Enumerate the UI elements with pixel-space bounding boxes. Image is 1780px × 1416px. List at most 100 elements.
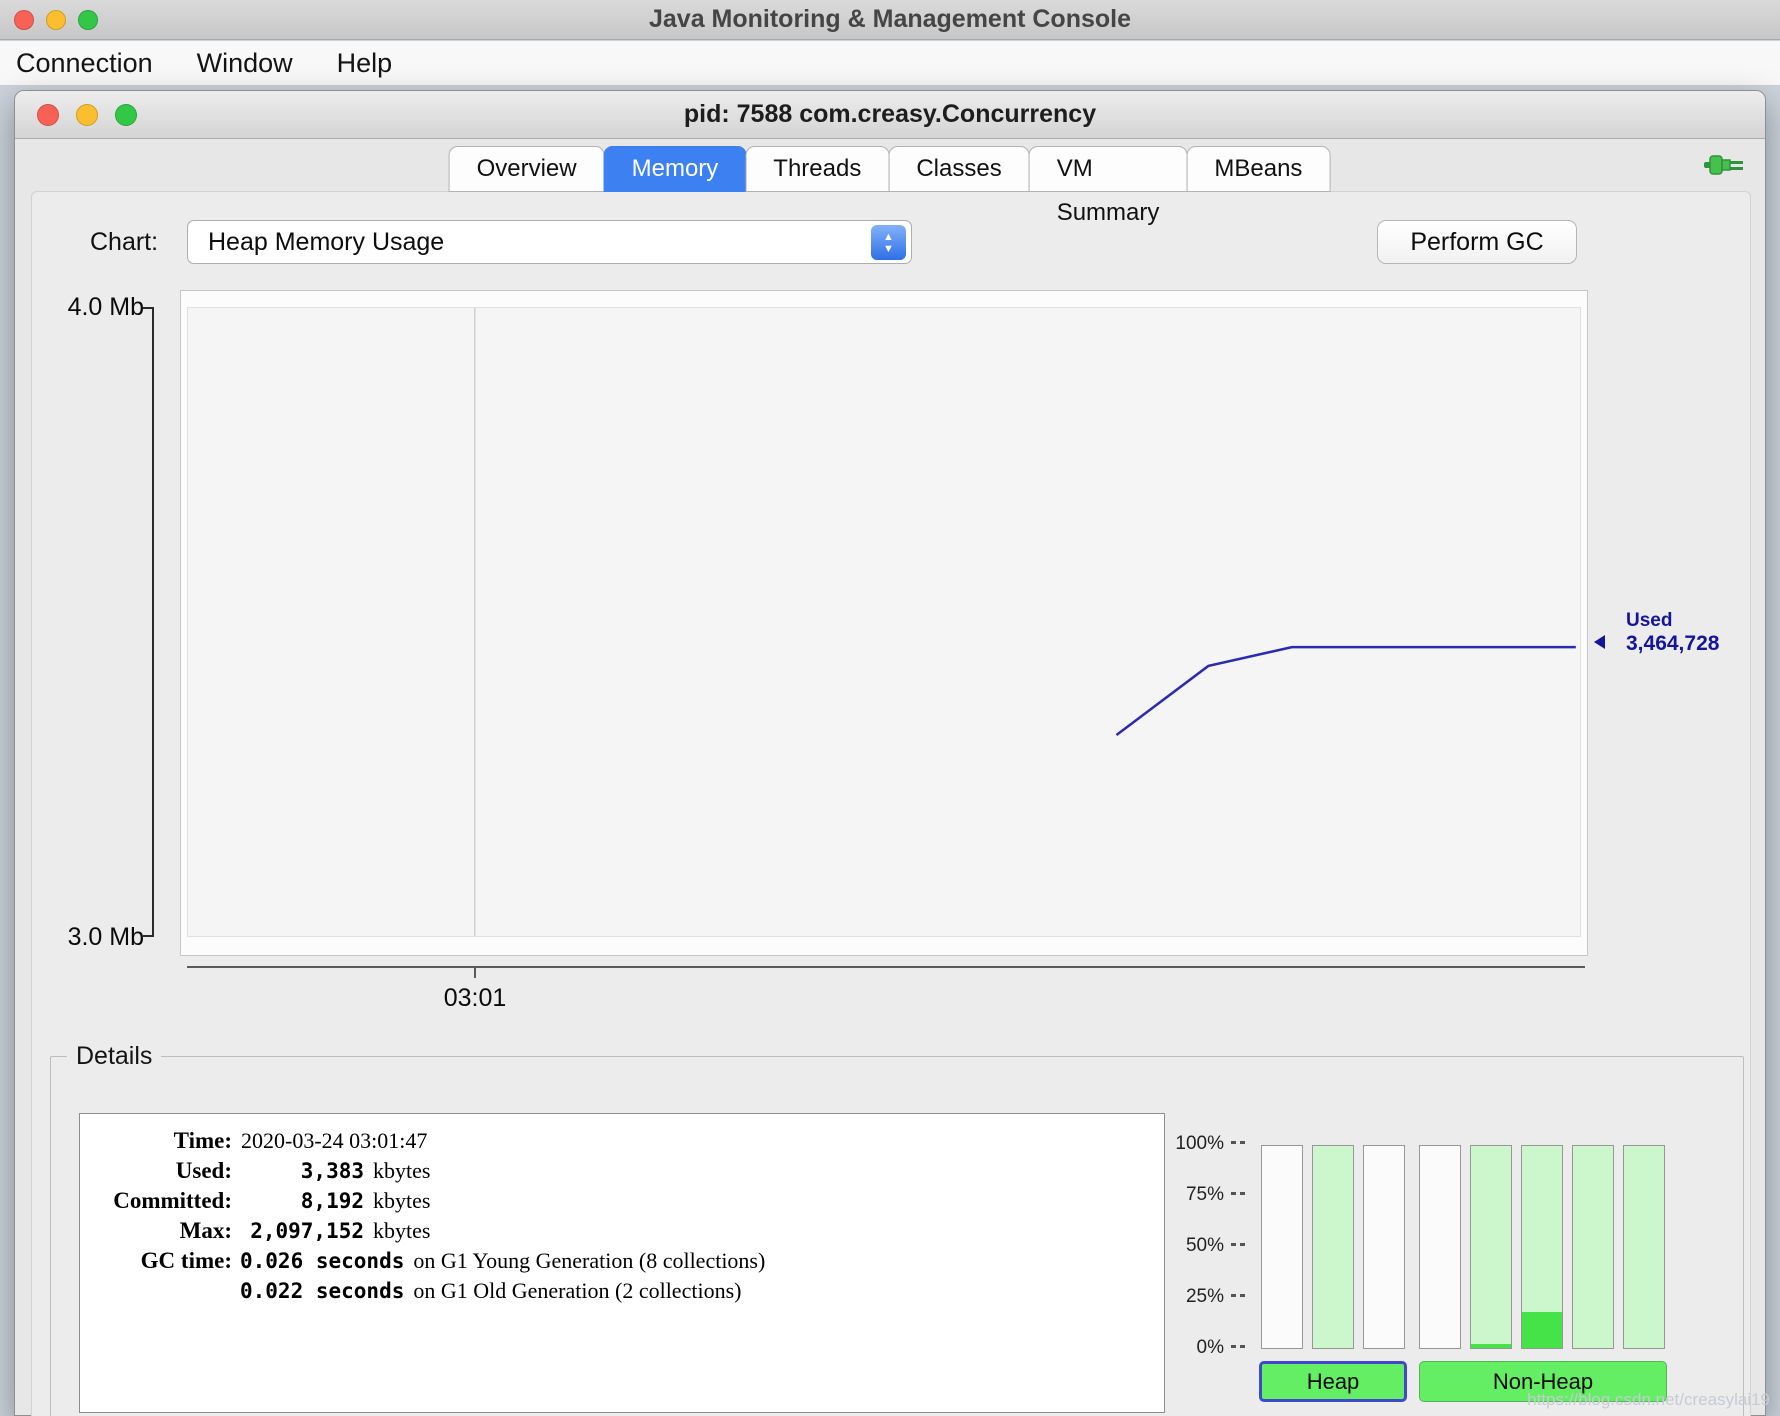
app-title: Java Monitoring & Management Console (0, 5, 1780, 34)
tab-bar: OverviewMemoryThreadsClassesVM SummaryMB… (450, 146, 1331, 192)
tab-mbeans[interactable]: MBeans (1186, 146, 1330, 192)
detail-label: Max: (80, 1216, 232, 1246)
pool-bar (1312, 1145, 1354, 1349)
chart-select[interactable]: Heap Memory Usage ▲▼ (187, 220, 912, 264)
tab-overview[interactable]: Overview (449, 146, 605, 192)
y-axis-tick (143, 935, 152, 937)
used-pointer-icon (1594, 635, 1605, 649)
menubar: Connection Window Help (0, 41, 1780, 86)
watermark: https://blog.csdn.net/creasylai19 (1527, 1390, 1770, 1410)
percent-label: 0% (1129, 1337, 1247, 1359)
chart-plot (187, 307, 1581, 937)
detail-value-number: 3,383 (240, 1156, 364, 1186)
y-axis-label-bottom: 3.0 Mb (44, 923, 144, 952)
tab-memory[interactable]: Memory (604, 146, 747, 192)
select-stepper-icon: ▲▼ (871, 225, 906, 260)
percent-label: 50% (1129, 1235, 1247, 1257)
y-axis-label-top: 4.0 Mb (44, 293, 144, 322)
used-label: Used 3,464,728 (1626, 610, 1719, 656)
pool-bar (1470, 1145, 1512, 1349)
details-group: Details Time:2020-03-24 03:01:47Used:3,3… (50, 1042, 1744, 1416)
used-label-value: 3,464,728 (1626, 632, 1719, 656)
detail-row: Used: 3,383 kbytes (80, 1156, 1164, 1186)
pool-bar (1623, 1145, 1665, 1349)
detail-value-mono: 0.022 seconds (240, 1276, 404, 1306)
menu-item-help[interactable]: Help (337, 48, 393, 79)
app-titlebar: Java Monitoring & Management Console (0, 0, 1780, 40)
detail-value-number: 8,192 (240, 1186, 364, 1216)
perform-gc-label: Perform GC (1410, 228, 1543, 257)
pool-bar-committed-fill (1313, 1146, 1353, 1348)
tab-threads[interactable]: Threads (745, 146, 889, 192)
pool-bars (1261, 1145, 1665, 1349)
percent-label: 75% (1129, 1184, 1247, 1206)
y-axis (152, 307, 154, 937)
screen: Java Monitoring & Management Console Con… (0, 0, 1780, 1416)
percent-tick (1231, 1294, 1247, 1297)
detail-row: 0.022 seconds on G1 Old Generation (2 col… (80, 1276, 1164, 1306)
detail-label: Used: (80, 1156, 232, 1186)
pool-bar (1521, 1145, 1563, 1349)
pool-bar (1363, 1145, 1405, 1349)
pool-bar (1419, 1145, 1461, 1349)
detail-label: Time: (80, 1126, 232, 1156)
detail-value-text: on G1 Old Generation (2 collections) (413, 1276, 741, 1306)
window-controls (15, 104, 137, 126)
pool-bar-committed-fill (1624, 1146, 1664, 1348)
pool-bar (1572, 1145, 1614, 1349)
detail-row: GC time: 0.026 seconds on G1 Young Generat… (80, 1246, 1164, 1276)
detail-label: GC time: (80, 1246, 232, 1276)
close-button[interactable] (37, 104, 59, 126)
bar-group-non-heap (1419, 1145, 1665, 1349)
detail-value-text: on G1 Young Generation (8 collections) (413, 1246, 765, 1276)
detail-label: Committed: (80, 1186, 232, 1216)
content-panel: Chart: Heap Memory Usage ▲▼ Perform GC 4… (31, 191, 1751, 1416)
menu-item-connection[interactable]: Connection (16, 48, 153, 79)
pool-bar-committed-fill (1573, 1146, 1613, 1348)
used-label-title: Used (1626, 610, 1719, 632)
x-axis-tick (474, 968, 476, 978)
detail-row: Committed: 8,192 kbytes (80, 1186, 1164, 1216)
tab-vm-summary[interactable]: VM Summary (1029, 146, 1188, 192)
zoom-button[interactable] (78, 10, 98, 30)
pool-bar (1261, 1145, 1303, 1349)
percent-label: 100% (1129, 1133, 1247, 1155)
menu-item-window[interactable]: Window (197, 48, 293, 79)
pool-bar-committed-fill (1471, 1146, 1511, 1348)
details-panel: Time: 2020-03-24 03:01:47 Used: 3,383 kbytes… (79, 1113, 1165, 1413)
x-axis (187, 966, 1585, 968)
detail-value-text: kbytes (373, 1216, 430, 1246)
detail-row: Max: 2,097,152 kbytes (80, 1216, 1164, 1246)
detail-value-text: 2020-03-24 03:01:47 (241, 1126, 427, 1156)
memory-line-chart (188, 308, 1580, 936)
minimize-button[interactable] (46, 10, 66, 30)
detail-value-number: 2,097,152 (240, 1216, 364, 1246)
pool-bar-used-fill (1471, 1344, 1511, 1348)
chart-select-value: Heap Memory Usage (208, 228, 444, 257)
console-window: pid: 7588 com.creasy.Concurrency Overvie… (14, 90, 1766, 1416)
pool-bar-used-fill (1522, 1312, 1562, 1348)
window-titlebar: pid: 7588 com.creasy.Concurrency (15, 91, 1765, 139)
tab-classes[interactable]: Classes (888, 146, 1029, 192)
detail-value-text: kbytes (373, 1186, 430, 1216)
zoom-button[interactable] (115, 104, 137, 126)
chart-label: Chart: (90, 228, 158, 257)
close-button[interactable] (14, 10, 34, 30)
percent-label: 25% (1129, 1286, 1247, 1308)
connection-status-icon[interactable] (1703, 151, 1745, 179)
detail-value-mono: 0.026 seconds (240, 1246, 404, 1276)
series-used (1116, 647, 1575, 735)
percent-tick (1231, 1141, 1247, 1144)
perform-gc-button[interactable]: Perform GC (1377, 220, 1577, 264)
percent-tick (1231, 1345, 1247, 1348)
minimize-button[interactable] (76, 104, 98, 126)
percent-tick (1231, 1192, 1247, 1195)
bar-group-heap (1261, 1145, 1405, 1349)
y-axis-tick (143, 307, 152, 309)
window-title: pid: 7588 com.creasy.Concurrency (15, 100, 1765, 129)
percent-tick (1231, 1243, 1247, 1246)
detail-value-text: kbytes (373, 1156, 430, 1186)
heap-button[interactable]: Heap (1259, 1361, 1407, 1402)
x-axis-tick-label: 03:01 (420, 984, 530, 1013)
detail-row: Time: 2020-03-24 03:01:47 (80, 1126, 1164, 1156)
